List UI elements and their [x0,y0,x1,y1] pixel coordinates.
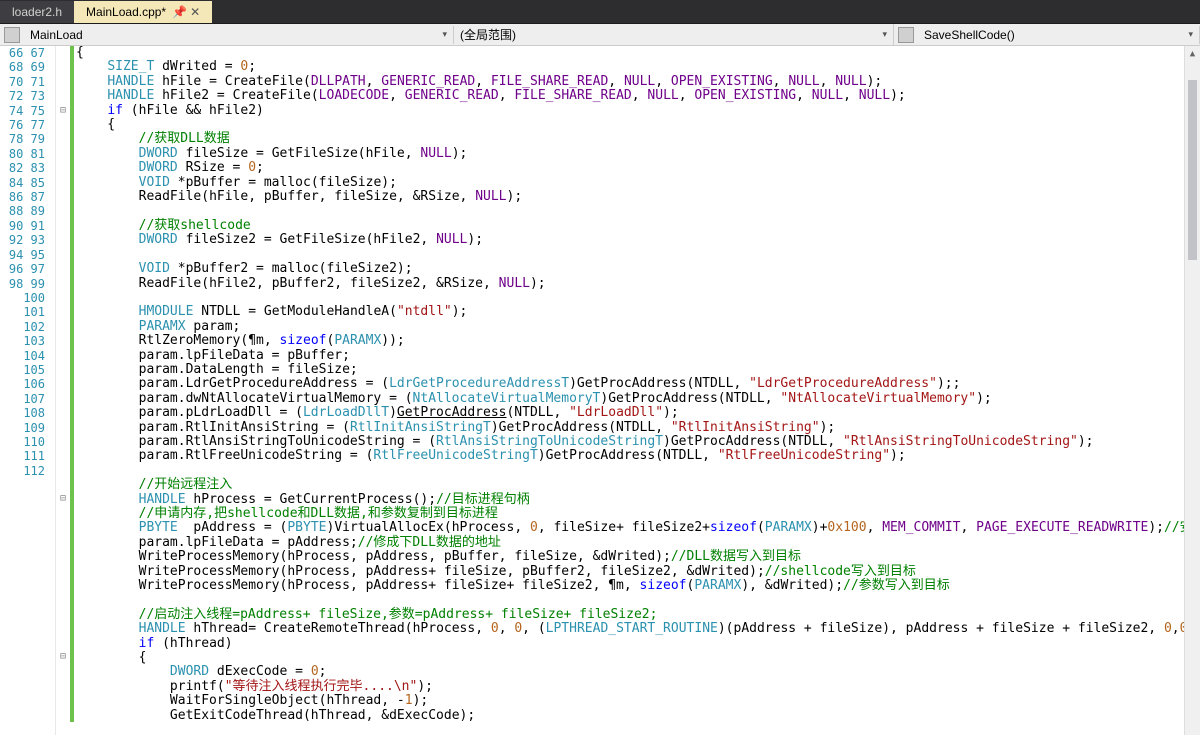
navigation-bar: MainLoad▾ (全局范围)▾ SaveShellCode()▾ [0,24,1200,46]
method-icon [898,27,914,43]
scope-function-dropdown[interactable]: SaveShellCode()▾ [918,26,1200,44]
close-icon[interactable]: ✕ [190,5,200,19]
nav-icon[interactable] [4,27,20,43]
tab-bar: loader2.h MainLoad.cpp* 📌 ✕ [0,0,1200,24]
scroll-up-icon[interactable]: ▲ [1185,46,1200,62]
scroll-thumb[interactable] [1188,80,1197,260]
code-editor[interactable]: 66 67 68 69 70 71 72 73 74 75 76 77 78 7… [0,46,1200,735]
fold-column[interactable]: ⊟⊟⊟ [56,46,70,735]
code-area[interactable]: { SIZE_T dWrited = 0; HANDLE hFile = Cre… [74,46,1200,735]
line-number-gutter: 66 67 68 69 70 71 72 73 74 75 76 77 78 7… [0,46,56,735]
tab-mainload[interactable]: MainLoad.cpp* 📌 ✕ [74,1,212,23]
scope-global-dropdown[interactable]: (全局范围)▾ [454,24,894,45]
pin-icon[interactable]: 📌 [172,5,184,19]
vertical-scrollbar[interactable]: ▲ [1184,46,1200,735]
tab-loader2[interactable]: loader2.h [0,1,74,23]
scope-class-dropdown[interactable]: MainLoad▾ [24,26,454,44]
